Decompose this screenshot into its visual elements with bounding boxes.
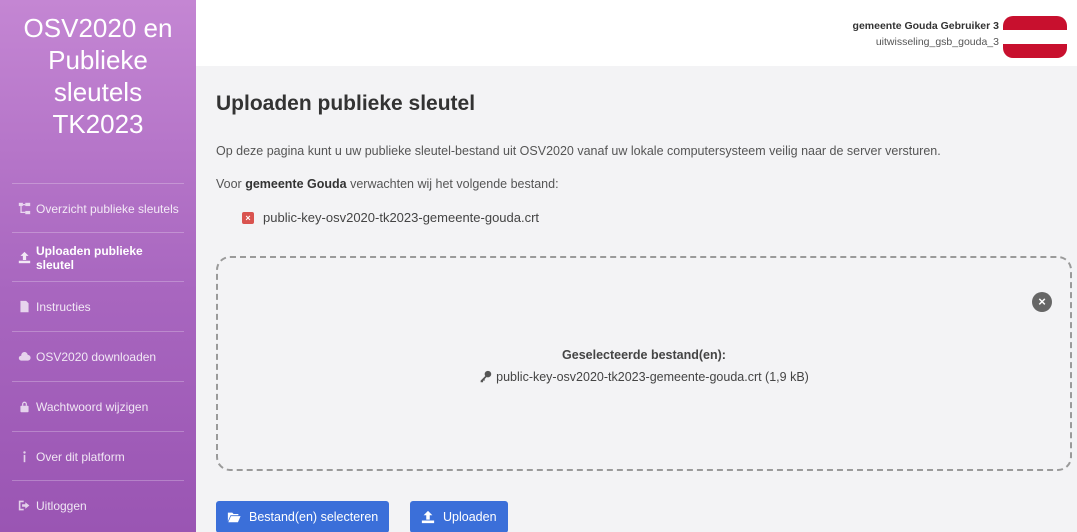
municipality-name: gemeente Gouda — [245, 177, 347, 191]
sidebar-item-wachtwoord[interactable]: Wachtwoord wijzigen — [12, 381, 184, 431]
sidebar-item-overzicht[interactable]: Overzicht publieke sleutels — [12, 183, 184, 233]
sidebar-item-label: Uploaden publieke sleutel — [36, 243, 143, 272]
sidebar-item-instructies[interactable]: Instructies — [12, 281, 184, 331]
user-info: gemeente Gouda Gebruiker 3 uitwisseling_… — [853, 20, 999, 48]
upload-icon — [16, 251, 32, 264]
expected-file-item: × public-key-osv2020-tk2023-gemeente-gou… — [242, 210, 539, 225]
select-files-label: Bestand(en) selecteren — [249, 510, 379, 524]
sign-out-icon — [16, 499, 32, 512]
flag-icon — [1003, 16, 1067, 58]
sidebar-item-uploaden[interactable]: Uploaden publieke sleutel — [12, 232, 184, 282]
main-content: Uploaden publieke sleutel Op deze pagina… — [196, 66, 1077, 532]
expectation-text: Voor gemeente Gouda verwachten wij het v… — [216, 177, 559, 191]
expected-file-name: public-key-osv2020-tk2023-gemeente-gouda… — [263, 210, 540, 225]
sidebar-item-label: Over dit platform — [36, 449, 125, 464]
user-account: uitwisseling_gsb_gouda_3 — [875, 36, 999, 48]
sidebar-item-label: OSV2020 downloaden — [36, 349, 157, 364]
sidebar-item-uitloggen[interactable]: Uitloggen — [12, 480, 184, 530]
selected-files-title: Geselecteerde bestand(en): — [562, 348, 726, 362]
page-title: Uploaden publieke sleutel — [216, 92, 476, 115]
folder-open-icon — [227, 512, 241, 523]
error-x-icon: × — [242, 211, 254, 224]
sidebar-item-label: Wachtwoord wijzigen — [36, 399, 149, 414]
top-header: gemeente Gouda Gebruiker 3 uitwisseling_… — [196, 0, 1077, 66]
sidebar-item-label: Uitloggen — [36, 498, 87, 513]
upload-label: Uploaden — [443, 510, 497, 524]
file-icon — [16, 300, 32, 313]
sidebar-item-label: Overzicht publieke sleutels — [36, 201, 179, 216]
intro-text: Op deze pagina kunt u uw publieke sleute… — [216, 144, 941, 158]
sitemap-icon — [16, 202, 32, 215]
key-icon — [480, 370, 492, 383]
sidebar-item-osv2020-downloaden[interactable]: OSV2020 downloaden — [12, 331, 184, 381]
expect-prefix: Voor — [216, 177, 246, 191]
cloud-download-icon — [16, 350, 32, 363]
expect-suffix: verwachten wij het volgende bestand: — [346, 177, 559, 191]
info-icon — [16, 450, 32, 463]
sidebar: OSV2020 en Publieke sleutels TK2023 Over… — [0, 0, 196, 532]
user-name: gemeente Gouda Gebruiker 3 — [852, 20, 999, 32]
selected-file: public-key-osv2020-tk2023-gemeente-gouda… — [218, 370, 1070, 384]
upload-button[interactable]: Uploaden — [410, 501, 508, 532]
remove-selection-icon[interactable]: × — [1032, 292, 1052, 312]
lock-icon — [16, 400, 32, 413]
selected-file-name: public-key-osv2020-tk2023-gemeente-gouda… — [496, 370, 809, 384]
select-files-button[interactable]: Bestand(en) selecteren — [216, 501, 390, 532]
app-title: OSV2020 en Publieke sleutels TK2023 — [23, 13, 173, 139]
sidebar-item-label: Instructies — [36, 299, 91, 314]
upload-icon — [421, 510, 435, 524]
sidebar-item-over-platform[interactable]: Over dit platform — [12, 431, 184, 481]
file-dropzone[interactable]: × Geselecteerde bestand(en): public-key-… — [216, 256, 1072, 471]
